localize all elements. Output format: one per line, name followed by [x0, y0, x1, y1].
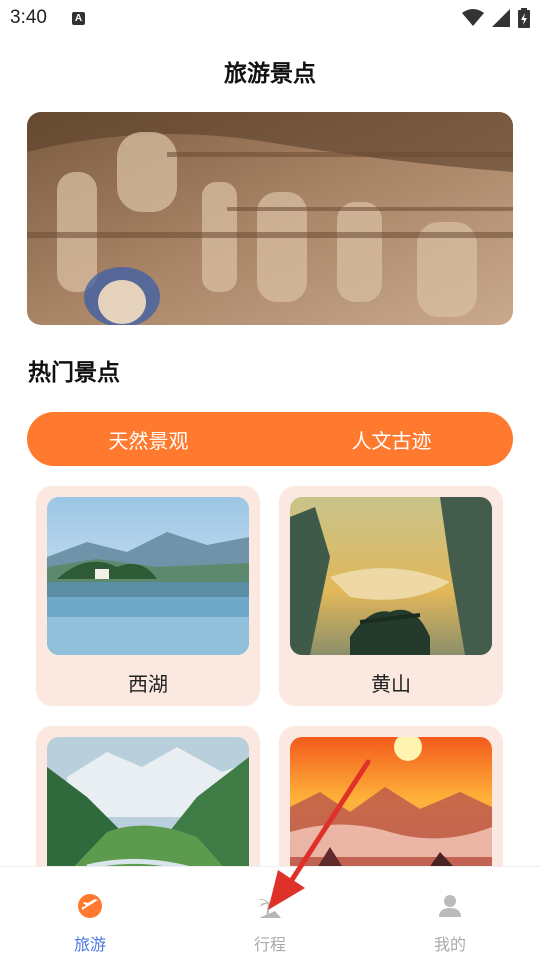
status-time: 3:40 — [10, 7, 47, 28]
spot-card[interactable] — [36, 726, 260, 866]
bottom-nav: 旅游 行程 我的 — [0, 866, 540, 961]
wifi-icon — [462, 9, 484, 26]
spot-name: 西湖 — [128, 672, 168, 696]
spot-image — [47, 737, 249, 866]
nav-profile[interactable]: 我的 — [360, 867, 540, 961]
nav-label-itinerary: 行程 — [253, 935, 286, 954]
spot-card[interactable] — [279, 726, 503, 866]
spot-card[interactable]: 西湖 — [36, 486, 260, 706]
spot-grid: 西湖 黄山 — [0, 478, 540, 866]
spot-card[interactable]: 黄山 — [279, 486, 503, 706]
palm-tree-icon — [258, 898, 281, 919]
tab-historic-sites[interactable]: 人文古迹 — [270, 412, 513, 466]
spot-image — [290, 737, 492, 866]
status-icons — [462, 7, 530, 29]
banner-image[interactable] — [27, 112, 513, 325]
travel-icon — [78, 894, 102, 918]
spot-name: 黄山 — [371, 672, 411, 696]
nav-label-travel: 旅游 — [73, 935, 106, 954]
spot-image — [290, 497, 492, 655]
section-title: 热门景点 — [28, 360, 120, 386]
category-tabs: 天然景观 人文古迹 — [27, 412, 513, 466]
user-icon — [439, 895, 461, 917]
notification-icon: A — [72, 12, 85, 25]
status-bar: 3:40 A — [0, 0, 540, 38]
signal-icon — [492, 9, 510, 27]
page-title: 旅游景点 — [224, 61, 316, 87]
spot-image — [47, 497, 249, 655]
nav-travel[interactable]: 旅游 — [0, 867, 180, 961]
battery-icon — [518, 8, 530, 28]
tab-natural-scenery[interactable]: 天然景观 — [27, 412, 270, 466]
nav-label-profile: 我的 — [433, 935, 466, 954]
nav-itinerary[interactable]: 行程 — [180, 867, 360, 961]
